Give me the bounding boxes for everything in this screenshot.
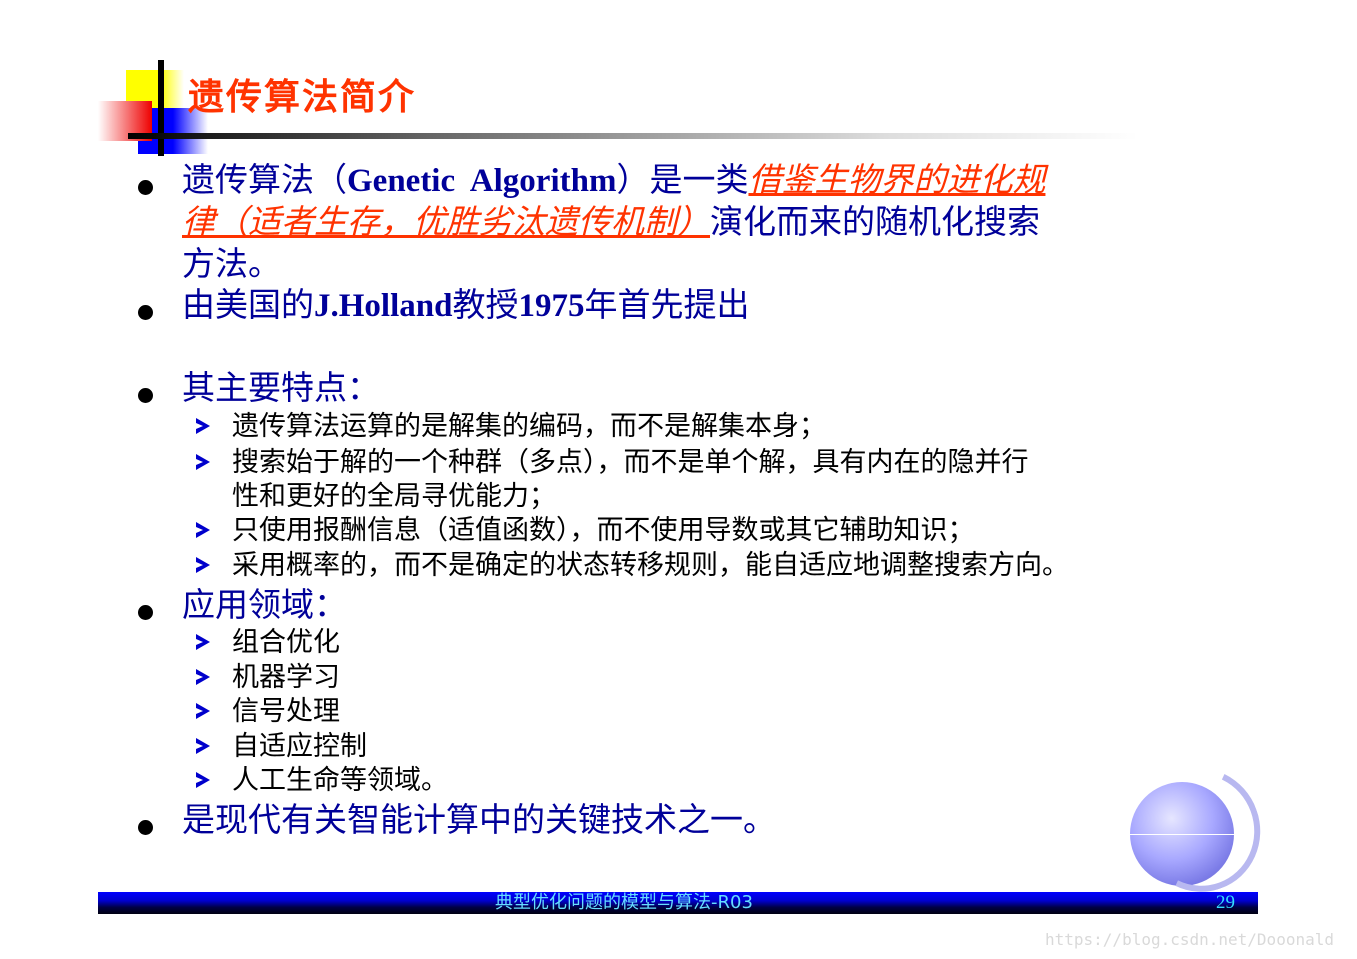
arrow-bullet-icon — [196, 557, 210, 573]
text-segment: 教授 — [452, 288, 519, 324]
text-segment-year: 1975 — [518, 288, 585, 324]
subitem-text: 采用概率的，而不是确定的状态转移规则，能自适应地调整搜索方向。 — [232, 550, 1069, 581]
subitem-text: 只使用报酬信息（适值函数），而不使用导数或其它辅助知识； — [232, 515, 975, 546]
text-segment: 演化而来的随机化搜索 — [710, 205, 1040, 241]
arrow-bullet-icon — [196, 454, 210, 470]
arrow-bullet-icon — [196, 522, 210, 538]
subitem-text: 搜索始于解的一个种群（多点），而不是单个解，具有内在的隐并行 — [232, 447, 1029, 478]
watermark: https://blog.csdn.net/Dooonald — [1045, 930, 1334, 949]
arrow-bullet-icon — [196, 703, 210, 719]
bullet-line: 遗传算法（Genetic Algorithm）是一类借鉴生物界的进化规 — [182, 160, 1045, 202]
bullet-text: 其主要特点： — [182, 371, 380, 407]
text-segment: 由美国的 — [182, 288, 314, 324]
globe-divider-line — [1130, 834, 1248, 835]
bullet-dot-icon — [138, 305, 153, 320]
slide-title: 遗传算法简介 — [188, 77, 417, 118]
highlight-text: 借鉴生物界的进化规 — [748, 163, 1046, 199]
text-segment: ）是一类 — [616, 163, 749, 199]
header-horizontal-line — [128, 133, 1138, 139]
highlight-text: 律（适者生存，优胜劣汰遗传机制） — [182, 205, 710, 241]
bullet-dot-icon — [138, 388, 153, 403]
text-segment: 方法。 — [182, 247, 281, 283]
header-vertical-line — [158, 60, 164, 156]
bullet-line: 方法。 — [182, 244, 1045, 286]
bullet-text: 是现代有关智能计算中的关键技术之一。 — [182, 803, 776, 839]
subitem-text: 人工生命等领域。 — [232, 765, 448, 796]
globe-stand-icon — [1122, 751, 1278, 909]
footer-course-title: 典型优化问题的模型与算法-R03 — [495, 892, 753, 913]
arrow-bullet-icon — [196, 738, 210, 754]
subitem-text: 遗传算法运算的是解集的编码，而不是解集本身； — [232, 411, 826, 442]
subitem-text: 性和更好的全局寻优能力； — [232, 481, 556, 512]
arrow-bullet-icon — [196, 772, 210, 788]
bullet-text: 应用领域： — [182, 588, 347, 624]
arrow-bullet-icon — [196, 418, 210, 434]
bullet-dot-icon — [138, 180, 153, 195]
bullet-dot-icon — [138, 605, 153, 620]
bullet-text: 由美国的J.Holland教授1975年首先提出 — [182, 285, 749, 327]
page-number: 29 — [1216, 892, 1235, 913]
subitem-text: 信号处理 — [232, 696, 340, 727]
text-segment: 年首先提出 — [584, 288, 750, 324]
bullet-dot-icon — [138, 820, 153, 835]
subitem-text: 组合优化 — [232, 627, 340, 658]
text-segment: 遗传算法（ — [182, 163, 347, 199]
bullet-text: 遗传算法（Genetic Algorithm）是一类借鉴生物界的进化规 律（适者… — [182, 160, 1045, 286]
text-segment-english: Genetic Algorithm — [347, 163, 617, 199]
bullet-line: 律（适者生存，优胜劣汰遗传机制）演化而来的随机化搜索 — [182, 202, 1045, 244]
text-segment-english: J.Holland — [314, 288, 453, 324]
arrow-bullet-icon — [196, 669, 210, 685]
subitem-text: 自适应控制 — [232, 731, 367, 762]
subitem-text: 机器学习 — [232, 662, 340, 693]
arrow-bullet-icon — [196, 634, 210, 650]
